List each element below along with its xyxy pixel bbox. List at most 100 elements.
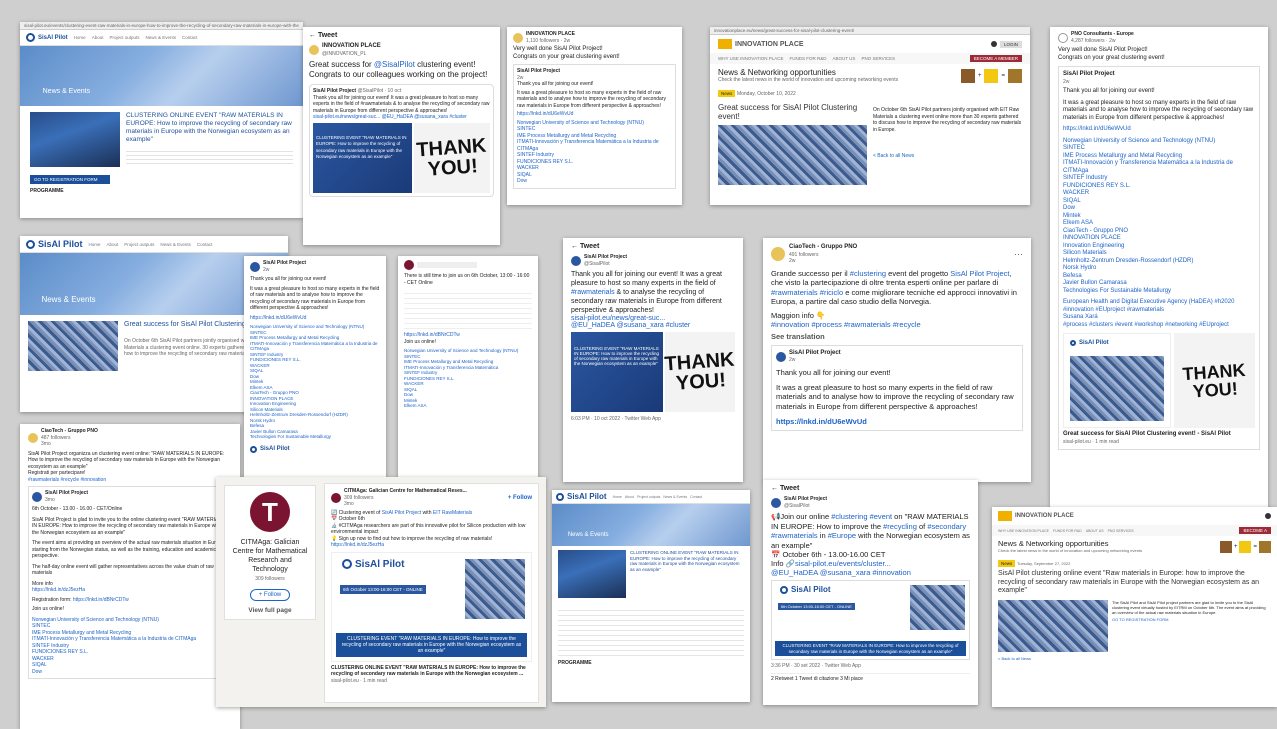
info-link[interactable]: https://lnkd.in/dzJ5ezHa — [32, 587, 228, 594]
agency-text[interactable]: European Health and Digital Executive Ag… — [1063, 299, 1255, 314]
sisal-logo[interactable]: SisAl Pilot — [556, 492, 607, 501]
author-avatar[interactable] — [571, 255, 581, 266]
sisal-logo[interactable]: SisAl Pilot — [26, 33, 68, 42]
become-member-button[interactable]: BECOME A MEMBER — [969, 55, 1022, 62]
event-text-lines — [558, 606, 744, 656]
clustering-event-image[interactable]: CLUSTERING EVENT "RAW MATERIALS IN EUROP… — [571, 332, 663, 412]
shared-post[interactable]: SisAl Pilot Project 2w Thank you all for … — [771, 344, 1023, 431]
login-button[interactable]: LOGIN — [999, 40, 1022, 48]
author-avatar[interactable] — [1058, 32, 1068, 43]
follow-button-small[interactable]: + Follow — [508, 495, 532, 501]
user-icon[interactable] — [1265, 513, 1271, 519]
back-link[interactable]: < Back to all News — [873, 153, 1022, 160]
post-text-2: Congrats on your great clustering event! — [1058, 54, 1165, 61]
browser-address-bar[interactable]: innovationplace.eu/news/great-success-fo… — [710, 27, 1030, 35]
author-avatar[interactable] — [28, 432, 38, 443]
post-text: There is still time to join us on 6th Oc… — [404, 273, 530, 286]
author-avatar[interactable] — [513, 32, 523, 43]
nav-contact[interactable]: Contact — [182, 35, 198, 40]
mention-sisalpilot[interactable]: @SisalPilot — [374, 60, 415, 69]
registration-link[interactable]: GO TO REGISTRATION FORM — [1112, 617, 1271, 622]
news-banner: News & Events — [20, 46, 303, 106]
hashtags[interactable]: #rawmaterials #recycle #innovation — [28, 477, 232, 484]
follow-button[interactable]: + Follow — [249, 588, 291, 601]
author-avatar[interactable] — [309, 45, 319, 55]
innovation-place-logo[interactable]: INNOVATION PLACE — [718, 39, 804, 49]
more-options-icon[interactable]: ⋯ — [1014, 249, 1023, 260]
post-link[interactable]: https://lnkd.in/dzJ5ezHa — [331, 542, 532, 549]
post-link[interactable]: https://lnkd.in/dU6eWvUd — [776, 417, 1018, 426]
shared-post[interactable]: SisAl Pilot Project 2w Thank you all for… — [1058, 66, 1260, 450]
sisal-logo[interactable]: SisAl Pilot — [26, 239, 83, 249]
hashtags[interactable]: #process #clusters #event #workshop #net… — [1063, 322, 1255, 330]
tweet-mentions[interactable]: @EU_HaDEA @susana_xara #innovation — [771, 568, 970, 577]
view-full-page-link[interactable]: View full page — [231, 607, 309, 614]
author-avatar[interactable] — [771, 247, 785, 262]
quoted-links[interactable]: sisal-pilot.eu/news/great-suc... @EU_HaD… — [313, 114, 490, 121]
pno-consultants-linkedin-post: PNO Consultants - Europe 4,287 followers … — [1050, 27, 1268, 515]
nav-news[interactable]: News & Events — [145, 35, 176, 40]
join-text: Join us online! — [32, 606, 64, 612]
post-link[interactable]: https://lnkd.in/dU6eWvUd — [250, 315, 380, 322]
event-body: CLUSTERING ONLINE EVENT "RAW MATERIALS I… — [552, 546, 750, 602]
see-translation-link[interactable]: See translation — [771, 332, 1023, 341]
article-body: The SisAl Pilot and SisAl Pilot project … — [1112, 599, 1266, 615]
site-header: INNOVATION PLACE — [992, 507, 1277, 525]
link-preview-meta: sisal-pilot.eu · 1 min read — [331, 677, 387, 684]
innovation-place-logo[interactable]: INNOVATION PLACE — [998, 511, 1074, 521]
person-mention[interactable]: Susana Xará — [1063, 314, 1255, 322]
more-info: Maggion info 👇 — [771, 310, 826, 320]
sisal-event-image[interactable]: SisAl Pilot — [1063, 333, 1171, 428]
post-author: PNO Consultants - Europe 4,287 followers … — [1058, 31, 1260, 44]
author-handle: @INNOVATION_PL — [322, 50, 367, 57]
back-link[interactable]: < Back to all News — [998, 656, 1271, 663]
company-name[interactable]: CITMAga: Galician Centre for Mathematica… — [231, 538, 309, 574]
user-icon[interactable] — [990, 41, 997, 47]
hashtags[interactable]: #innovation #process #rawmaterials #recy… — [771, 320, 1023, 329]
event-title: CLUSTERING ONLINE EVENT "RAW MATERIALS I… — [126, 112, 292, 143]
programme-label: PROGRAMME — [30, 188, 64, 194]
become-member-button[interactable]: BECOME A — [1239, 527, 1271, 534]
post-link[interactable]: https://lnkd.in/dU6eWvUd — [1063, 126, 1255, 134]
event-body-3: The half-day online event will gather re… — [32, 563, 214, 577]
register-button[interactable]: GO TO REGISTRATION FORM — [30, 175, 110, 184]
nav-outputs[interactable]: Project outputs — [109, 35, 139, 40]
clustering-event-image[interactable]: CLUSTERING EVENT "RAW MATERIALS IN EUROP… — [313, 122, 412, 193]
tweet-text: 📢Join our online #clustering #event on "… — [771, 512, 970, 550]
footer-logo[interactable]: SisAl Pilot — [250, 445, 380, 453]
tweet-mentions[interactable]: @EU_HaDEA @susana_xara #cluster — [571, 322, 735, 329]
nav-home[interactable]: Home — [74, 35, 86, 40]
browser-address-bar[interactable]: sisal-pilot.eu/events/clustering-event-r… — [20, 22, 303, 30]
thank-you-image[interactable]: THANK YOU! — [663, 332, 735, 412]
link-preview-title[interactable]: CLUSTERING ONLINE EVENT "RAW MATERIALS I… — [331, 665, 532, 678]
section-icons: + = — [960, 68, 1022, 84]
news-article: News Tuesday, September 27, 2022 SisAl P… — [992, 558, 1277, 665]
article-image — [718, 125, 867, 185]
tweet-image[interactable]: SisAl Pilot 6th October 13:00-16:00 CET … — [771, 580, 970, 660]
shared-post[interactable]: SisAl Pilot Project 3mo 6th October - 13.… — [28, 486, 232, 679]
tweet-meta: 6:03 PM · 10 oct 2022 · Twitter Web App — [571, 416, 661, 422]
author-avatar[interactable] — [771, 497, 781, 508]
nav-about[interactable]: About — [92, 35, 104, 40]
event-banner-image[interactable]: SisAl Pilot 6th October 13:00-16:00 CET … — [331, 551, 532, 662]
author-name[interactable]: INNOVATION PLACE — [322, 43, 381, 51]
article-image — [998, 599, 1108, 652]
shared-post[interactable]: SisAl Pilot Project 2w Thank you all for… — [513, 64, 676, 189]
site-header: SisAl Pilot Home About Project outputs News… — [552, 490, 750, 504]
quoted-tweet[interactable]: SisAl Pilot Project @SisalPilot · 10 oct… — [309, 84, 494, 197]
link-preview-title[interactable]: Great success for SisAl Pilot Clustering… — [1063, 431, 1255, 439]
author-avatar[interactable] — [331, 492, 341, 503]
tweet-text: Great success for @SisalPilot clustering… — [309, 60, 488, 79]
author-avatar[interactable] — [250, 261, 260, 272]
thank-you-image[interactable]: THANK YOU! — [413, 122, 490, 193]
post-body: It was a great pleasure to host so many … — [250, 285, 380, 312]
citmaga-logo[interactable]: T — [250, 492, 290, 532]
body-text-lines — [404, 289, 532, 329]
author-avatar[interactable] — [404, 260, 414, 270]
org-list: Norwegian University of Science and Tech… — [404, 348, 519, 408]
tweet-link[interactable]: sisal-pilot.eu/news/great-suc... — [571, 315, 735, 322]
company-followers: 309 followers — [255, 576, 285, 582]
tweet-author: SisAl Pilot Project @SisalPilot — [571, 254, 735, 267]
thank-you-image[interactable]: THANK YOU! — [1173, 333, 1255, 428]
post-link[interactable]: https://lnkd.in/dU6eWvUd — [517, 111, 672, 118]
